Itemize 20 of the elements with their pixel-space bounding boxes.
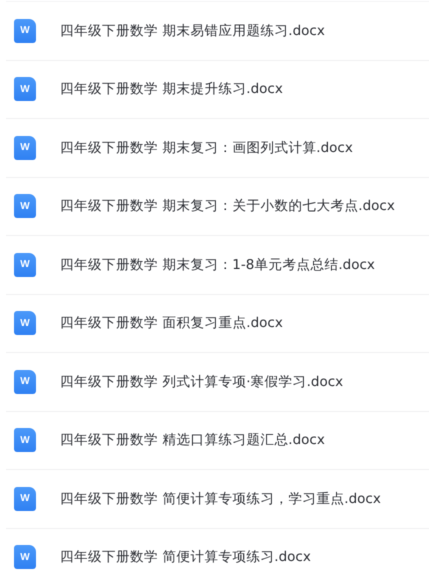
file-name[interactable]: 四年级下册数学 简便计算专项练习，学习重点.docx <box>60 490 381 508</box>
file-name[interactable]: 四年级下册数学 期末提升练习.docx <box>60 80 283 98</box>
document-icon: W <box>14 486 36 511</box>
document-icon: W <box>14 311 36 336</box>
document-icon: W <box>14 428 36 452</box>
document-icon: W <box>14 252 36 277</box>
document-icon: W <box>14 370 36 394</box>
file-name[interactable]: 四年级下册数学 精选口算练习题汇总.docx <box>60 431 325 450</box>
file-name[interactable]: 四年级下册数学 期末复习：关于小数的七大考点.docx <box>60 197 395 216</box>
document-icon: W <box>14 77 36 102</box>
document-icon: W <box>14 545 36 570</box>
file-name[interactable]: 四年级下册数学 简便计算专项练习.docx <box>60 548 311 566</box>
file-name[interactable]: 四年级下册数学 期末复习：画图列式计算.docx <box>60 138 353 157</box>
file-name[interactable]: 四年级下册数学 列式计算专项·寒假学习.docx <box>60 372 344 391</box>
file-name[interactable]: 四年级下册数学 面积复习重点.docx <box>60 314 283 332</box>
document-icon: W <box>14 18 36 43</box>
file-name[interactable]: 四年级下册数学 期末易错应用题练习.docx <box>60 22 325 40</box>
document-icon: W <box>14 194 36 218</box>
document-icon: W <box>14 136 36 160</box>
file-name[interactable]: 四年级下册数学 期末复习：1-8单元考点总结.docx <box>60 256 375 274</box>
